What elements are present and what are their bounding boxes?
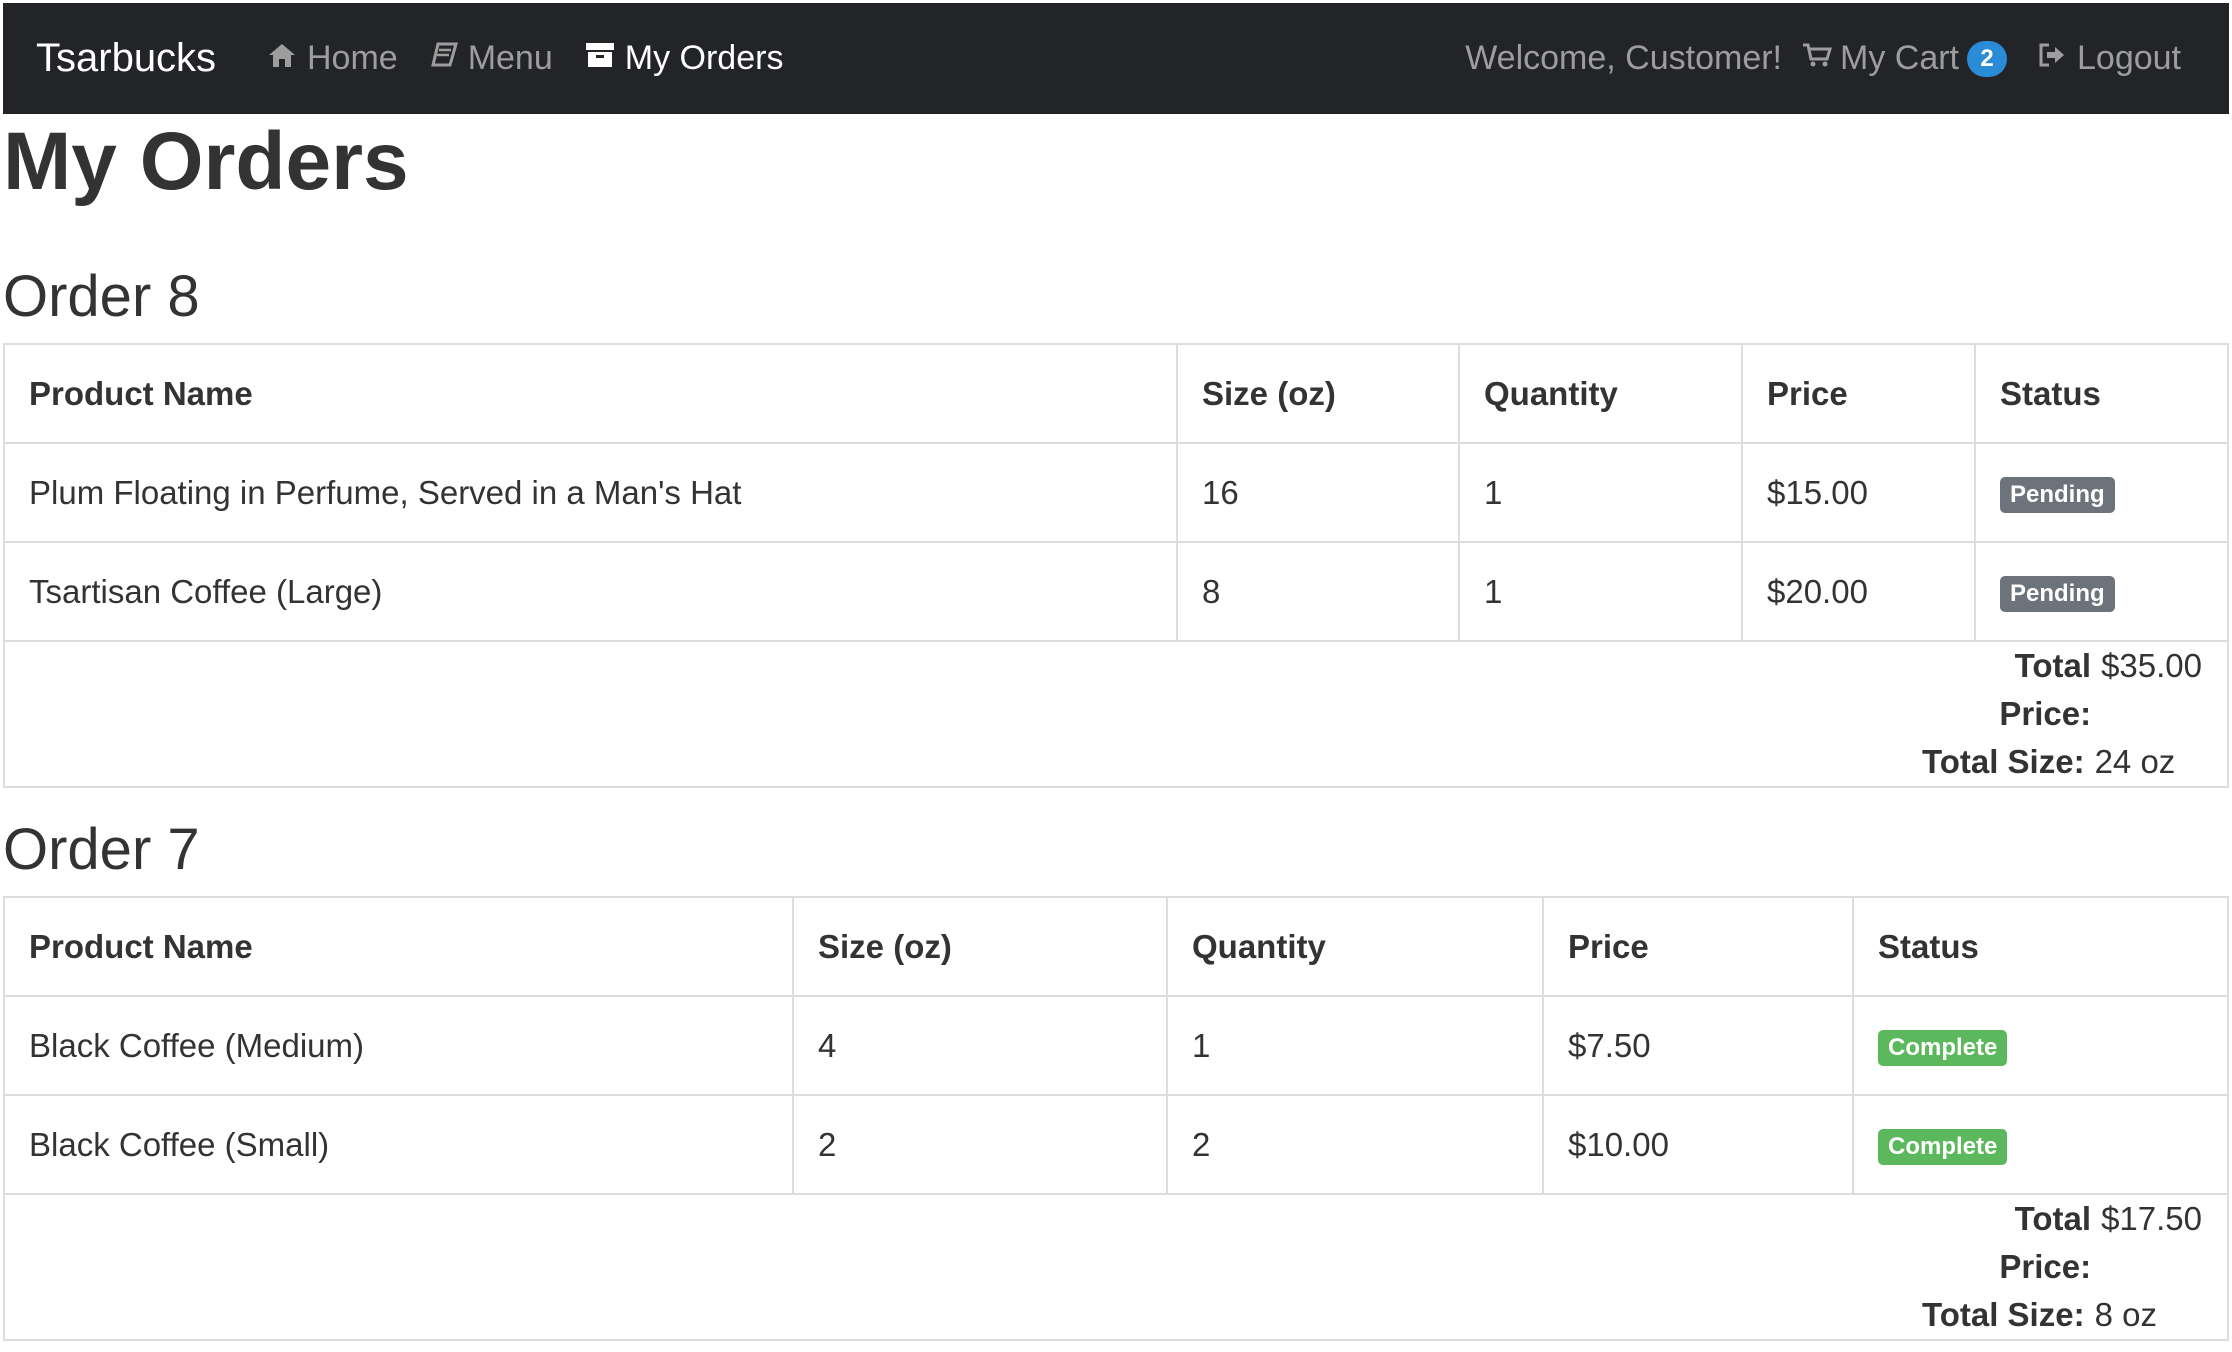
page-title: My Orders: [3, 116, 409, 207]
logout-link[interactable]: Logout: [2037, 39, 2181, 78]
status-cell: Pending: [1974, 442, 2229, 543]
order-summary: Total Price: $17.50 Total Size: 8 oz: [3, 1193, 2229, 1341]
nav-my-orders-label: My Orders: [624, 39, 784, 77]
size-cell: 2: [792, 1094, 1168, 1195]
table-header-row: Product Name Size (oz) Quantity Price St…: [3, 343, 2229, 444]
status-badge: Pending: [2000, 477, 2115, 513]
product-name-cell: Plum Floating in Perfume, Served in a Ma…: [3, 442, 1178, 543]
cart-count-badge: 2: [1967, 40, 2007, 77]
quantity-cell: 2: [1166, 1094, 1544, 1195]
size-cell: 8: [1176, 541, 1460, 642]
status-cell: Complete: [1852, 1094, 2229, 1195]
order-summary: Total Price: $35.00 Total Size: 24 oz: [3, 640, 2229, 788]
nav-menu-link[interactable]: Menu: [430, 39, 553, 78]
total-price-value: $35.00: [2101, 647, 2202, 684]
logout-icon: [2037, 39, 2077, 78]
column-header-price: Price: [1741, 343, 1976, 444]
quantity-cell: 1: [1458, 541, 1743, 642]
my-cart-link[interactable]: My Cart 2: [1802, 39, 2007, 78]
welcome-text: Welcome, Customer!: [1465, 39, 1782, 77]
total-size-value: 8 oz: [2094, 1296, 2157, 1333]
nav-home-label: Home: [307, 39, 398, 77]
order-title: Order 8: [3, 264, 200, 329]
quantity-cell: 1: [1166, 995, 1544, 1096]
total-price-line: Total Price: $35.00: [1922, 642, 2202, 738]
table-header-row: Product Name Size (oz) Quantity Price St…: [3, 896, 2229, 997]
column-header-quantity: Quantity: [1166, 896, 1544, 997]
order-summary-row: Total Price: $17.50 Total Size: 8 oz: [3, 1193, 2229, 1341]
nav-right: Welcome, Customer! My Cart 2 Logout: [1465, 39, 2181, 78]
brand-link[interactable]: Tsarbucks: [36, 36, 216, 81]
price-cell: $15.00: [1741, 442, 1976, 543]
table-row: Plum Floating in Perfume, Served in a Ma…: [3, 442, 2229, 543]
size-cell: 4: [792, 995, 1168, 1096]
table-row: Black Coffee (Small) 2 2 $10.00 Complete: [3, 1094, 2229, 1195]
status-badge: Pending: [2000, 576, 2115, 612]
column-header-quantity: Quantity: [1458, 343, 1743, 444]
size-cell: 16: [1176, 442, 1460, 543]
status-cell: Complete: [1852, 995, 2229, 1096]
nav-my-orders-link[interactable]: My Orders: [585, 39, 784, 78]
column-header-status: Status: [1974, 343, 2229, 444]
status-cell: Pending: [1974, 541, 2229, 642]
column-header-product-name: Product Name: [3, 343, 1178, 444]
navbar: Tsarbucks Home Menu My Orders Welcome, C…: [3, 3, 2229, 114]
total-size-value: 24 oz: [2094, 743, 2176, 780]
cart-icon: [1802, 39, 1840, 78]
order-summary-row: Total Price: $35.00 Total Size: 24 oz: [3, 640, 2229, 788]
total-price-line: Total Price: $17.50: [1922, 1195, 2202, 1291]
quantity-cell: 1: [1458, 442, 1743, 543]
column-header-product-name: Product Name: [3, 896, 794, 997]
total-size-line: Total Size: 8 oz: [1922, 1291, 2202, 1339]
inbox-icon: [585, 39, 625, 78]
product-name-cell: Tsartisan Coffee (Large): [3, 541, 1178, 642]
price-cell: $20.00: [1741, 541, 1976, 642]
column-header-price: Price: [1542, 896, 1854, 997]
nav-home-link[interactable]: Home: [267, 39, 398, 78]
product-name-cell: Black Coffee (Small): [3, 1094, 794, 1195]
total-price-value: $17.50: [2101, 1200, 2202, 1237]
book-icon: [430, 39, 468, 78]
price-cell: $7.50: [1542, 995, 1854, 1096]
order-table: Product Name Size (oz) Quantity Price St…: [3, 896, 2229, 1341]
home-icon: [267, 39, 307, 78]
my-cart-label: My Cart: [1840, 39, 1959, 77]
column-header-status: Status: [1852, 896, 2229, 997]
table-row: Tsartisan Coffee (Large) 8 1 $20.00 Pend…: [3, 541, 2229, 642]
total-price-label: Total Price:: [1999, 647, 2092, 732]
order-table: Product Name Size (oz) Quantity Price St…: [3, 343, 2229, 788]
product-name-cell: Black Coffee (Medium): [3, 995, 794, 1096]
table-row: Black Coffee (Medium) 4 1 $7.50 Complete: [3, 995, 2229, 1096]
column-header-size: Size (oz): [792, 896, 1168, 997]
total-price-label: Total Price:: [1999, 1200, 2092, 1285]
order-title: Order 7: [3, 817, 200, 882]
total-size-label: Total Size:: [1922, 743, 2085, 780]
status-badge: Complete: [1878, 1030, 2008, 1066]
total-size-label: Total Size:: [1922, 1296, 2085, 1333]
logout-label: Logout: [2077, 39, 2181, 77]
status-badge: Complete: [1878, 1129, 2008, 1165]
column-header-size: Size (oz): [1176, 343, 1460, 444]
nav-links: Home Menu My Orders: [267, 39, 815, 78]
nav-menu-label: Menu: [467, 39, 553, 77]
total-size-line: Total Size: 24 oz: [1922, 738, 2202, 786]
price-cell: $10.00: [1542, 1094, 1854, 1195]
